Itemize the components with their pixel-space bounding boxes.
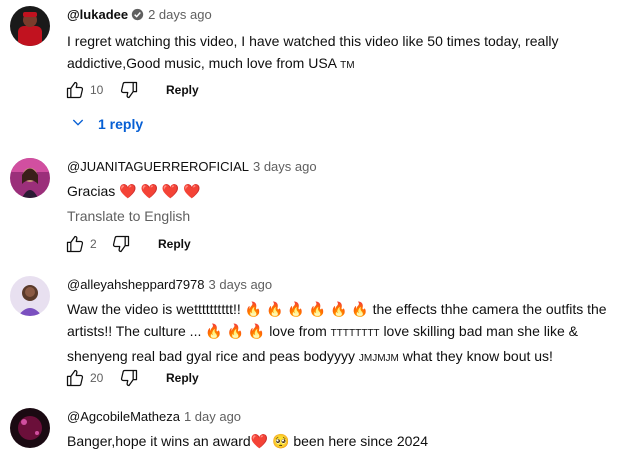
avatar[interactable] — [10, 158, 50, 198]
comment-header: @AgcobileMatheza 1 day ago — [67, 408, 611, 426]
comment-body: @JUANITAGUERREROFICIAL 3 days ago Gracias… — [67, 158, 611, 226]
comment-actions: 20 Reply — [64, 366, 199, 390]
comments-section: @lukadee 2 days ago I regret watching thi… — [0, 0, 617, 453]
comment-author[interactable]: @AgcobileMatheza — [67, 409, 180, 424]
like-count: 2 — [90, 237, 97, 251]
avatar[interactable] — [10, 408, 50, 448]
like-count: 20 — [90, 371, 104, 385]
comment-text: I regret watching this video, I have wat… — [67, 33, 559, 71]
replies-label: 1 reply — [98, 115, 144, 132]
comment-author[interactable]: @JUANITAGUERREROFICIAL — [67, 159, 249, 174]
comment-header: @JUANITAGUERREROFICIAL 3 days ago — [67, 158, 611, 176]
comment-body: @alleyahsheppard7978 3 days ago Waw the v… — [67, 276, 611, 370]
reply-button[interactable]: Reply — [158, 237, 191, 251]
comment-actions: 10 Reply — [64, 78, 199, 102]
comment-body: @lukadee 2 days ago I regret watching thi… — [67, 6, 611, 77]
reply-button[interactable]: Reply — [166, 83, 199, 97]
comment-body: @AgcobileMatheza 1 day ago Banger,hope it… — [67, 408, 611, 452]
translate-link[interactable]: Translate to English — [67, 206, 611, 226]
comment-header: @lukadee 2 days ago — [67, 6, 611, 26]
comment-thread: @lukadee 2 days ago I regret watching thi… — [0, 0, 617, 145]
thumbs-up-icon[interactable] — [64, 233, 86, 255]
thumbs-up-icon[interactable] — [64, 367, 86, 389]
comment-author[interactable]: @lukadee — [67, 7, 128, 22]
comment-timestamp[interactable]: 3 days ago — [253, 159, 317, 174]
comment-thread: @AgcobileMatheza 1 day ago Banger,hope it… — [0, 402, 617, 453]
chevron-down-icon — [70, 114, 86, 133]
thumbs-down-icon[interactable] — [118, 367, 140, 389]
comment-thread: @alleyahsheppard7978 3 days ago Waw the v… — [0, 268, 617, 398]
comment-text: Gracias ❤️ ❤️ ❤️ ❤️ — [67, 183, 201, 199]
comment-header: @alleyahsheppard7978 3 days ago — [67, 276, 611, 294]
comment-thread: @JUANITAGUERREROFICIAL 3 days ago Gracias… — [0, 150, 617, 260]
thumbs-down-icon[interactable] — [110, 233, 132, 255]
like-count: 10 — [90, 83, 104, 97]
trademark-text: TM — [340, 60, 355, 71]
comment-text: Waw the video is wetttttttttt!! 🔥 🔥 🔥 🔥 … — [67, 301, 607, 364]
comment-timestamp[interactable]: 2 days ago — [148, 7, 212, 22]
comment-actions: 2 Reply — [64, 232, 191, 256]
reply-button[interactable]: Reply — [166, 371, 199, 385]
view-replies-button[interactable]: 1 reply — [70, 114, 143, 133]
avatar[interactable] — [10, 276, 50, 316]
avatar[interactable] — [10, 6, 50, 46]
thumbs-down-icon[interactable] — [118, 79, 140, 101]
verified-badge-icon — [131, 8, 144, 26]
comment-timestamp[interactable]: 3 days ago — [209, 277, 273, 292]
thumbs-up-icon[interactable] — [64, 79, 86, 101]
comment-text: Banger,hope it wins an award❤️ 🥺 been he… — [67, 433, 428, 449]
comment-author[interactable]: @alleyahsheppard7978 — [67, 277, 205, 292]
comment-timestamp[interactable]: 1 day ago — [184, 409, 241, 424]
